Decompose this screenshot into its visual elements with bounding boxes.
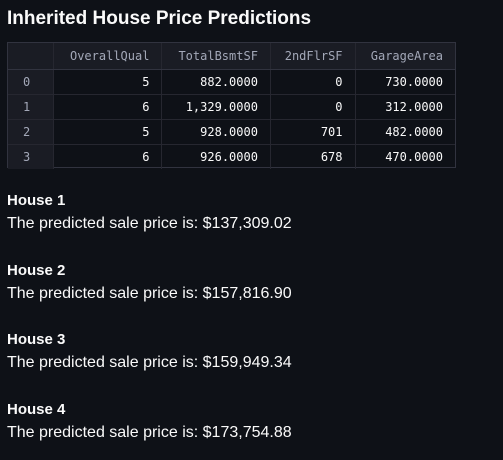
table-row: 2 5 928.0000 701 482.0000: [8, 119, 455, 145]
prediction-text: The predicted sale price is: $159,949.34: [7, 354, 292, 371]
prediction-house-2: House 2 The predicted sale price is: $15…: [7, 262, 292, 304]
row-index: 1: [8, 94, 54, 120]
column-header-overallqual[interactable]: OverallQual: [53, 43, 163, 70]
table-cell[interactable]: 926.0000: [161, 144, 271, 169]
prediction-house-3: House 3 The predicted sale price is: $15…: [7, 331, 292, 373]
table-cell[interactable]: 882.0000: [161, 69, 271, 95]
table-header-row: OverallQual TotalBsmtSF 2ndFlrSF GarageA…: [8, 43, 455, 70]
table-cell[interactable]: 5: [53, 69, 163, 95]
table-cell[interactable]: 730.0000: [355, 69, 455, 95]
table-row: 0 5 882.0000 0 730.0000: [8, 69, 455, 95]
table-cell[interactable]: 482.0000: [355, 119, 455, 145]
prediction-house-1: House 1 The predicted sale price is: $13…: [7, 192, 292, 234]
row-index: 0: [8, 69, 54, 95]
table-cell[interactable]: 928.0000: [161, 119, 271, 145]
dataframe-table[interactable]: OverallQual TotalBsmtSF 2ndFlrSF GarageA…: [7, 42, 456, 169]
table-row: 1 6 1,329.0000 0 312.0000: [8, 94, 455, 120]
prediction-text: The predicted sale price is: $173,754.88: [7, 424, 292, 441]
table-cell[interactable]: 0: [270, 94, 356, 120]
table-cell[interactable]: 470.0000: [355, 144, 455, 169]
prediction-text: The predicted sale price is: $137,309.02: [7, 215, 292, 232]
page-title: Inherited House Price Predictions: [7, 8, 312, 29]
table-cell[interactable]: 312.0000: [355, 94, 455, 120]
column-header-2ndflrsf[interactable]: 2ndFlrSF: [270, 43, 356, 70]
column-header-totalbsmtsf[interactable]: TotalBsmtSF: [161, 43, 271, 70]
row-index: 3: [8, 144, 54, 169]
house-heading: House 2: [7, 262, 66, 279]
house-heading: House 1: [7, 192, 66, 209]
table-cell[interactable]: 6: [53, 144, 163, 169]
row-index: 2: [8, 119, 54, 145]
table-row: 3 6 926.0000 678 470.0000: [8, 144, 455, 169]
table-cell[interactable]: 5: [53, 119, 163, 145]
column-header-garagearea[interactable]: GarageArea: [355, 43, 455, 70]
prediction-house-4: House 4 The predicted sale price is: $17…: [7, 401, 292, 443]
table-cell[interactable]: 1,329.0000: [161, 94, 271, 120]
prediction-text: The predicted sale price is: $157,816.90: [7, 285, 292, 302]
data-table: OverallQual TotalBsmtSF 2ndFlrSF GarageA…: [8, 43, 455, 169]
index-column-header: [8, 43, 54, 70]
table-cell[interactable]: 678: [270, 144, 356, 169]
table-cell[interactable]: 6: [53, 94, 163, 120]
table-cell[interactable]: 0: [270, 69, 356, 95]
house-heading: House 4: [7, 401, 66, 418]
table-cell[interactable]: 701: [270, 119, 356, 145]
house-heading: House 3: [7, 331, 66, 348]
